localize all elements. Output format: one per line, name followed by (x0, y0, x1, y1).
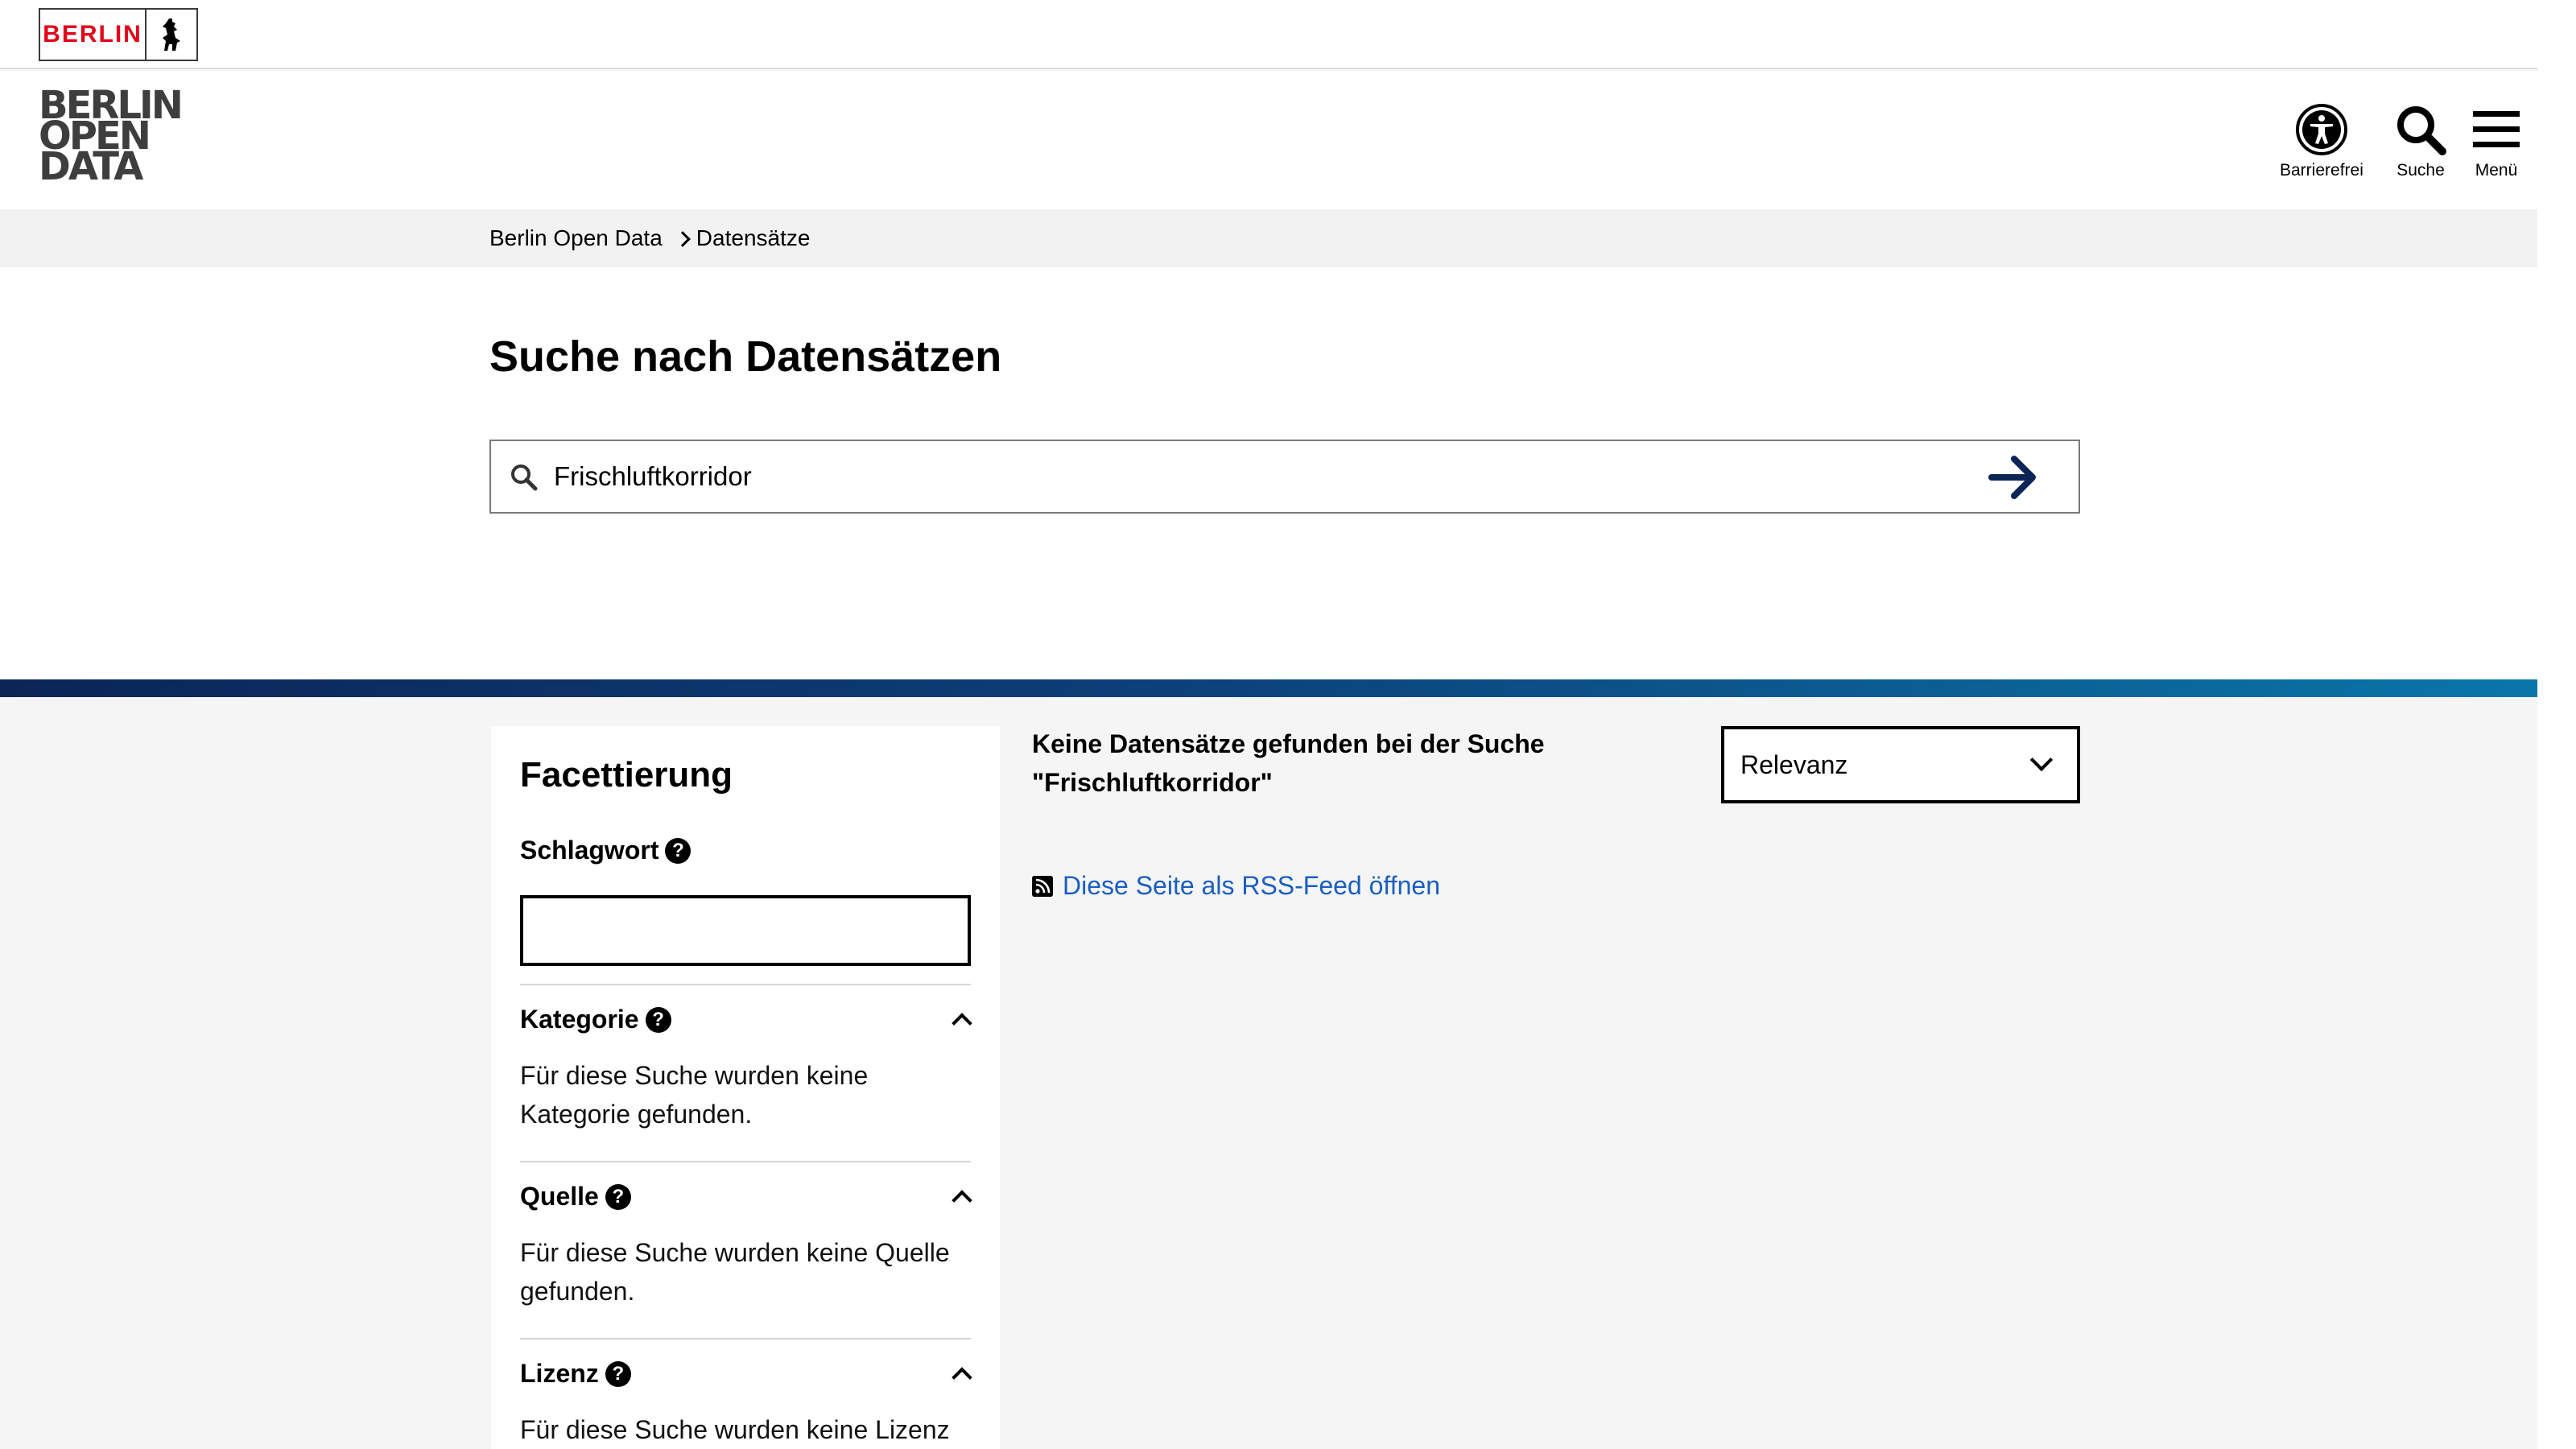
facet-empty-text: Für diese Suche wurden keine Lizenz (520, 1415, 950, 1444)
accessibility-button[interactable]: Barrierefrei (2280, 103, 2363, 180)
no-results-query: "Frischluftkorridor" (1032, 768, 1273, 797)
facet-empty-text: Für diese Suche wurden keine Kategorie g… (520, 1061, 869, 1129)
dataset-search-input[interactable] (554, 452, 1922, 501)
breadcrumb: Berlin Open Data Datensätze (0, 209, 2537, 267)
facet-label-text: Kategorie (520, 1005, 639, 1034)
chevron-down-icon (2029, 748, 2054, 772)
no-results-line: Keine Datensätze gefunden bei der Suche (1032, 729, 1545, 758)
facets-panel: Facettierung Schlagwort ? Kategorie ? Fü… (491, 726, 1000, 1449)
facet-empty-text: Für diese Suche wurden keine Quelle gefu… (520, 1238, 950, 1306)
divider (520, 984, 971, 985)
breadcrumb-home-link[interactable]: Berlin Open Data (489, 225, 663, 251)
berlin-open-data-logo[interactable]: BERLIN OPEN DATA (39, 86, 184, 189)
page: BERLIN BERLIN OPEN DATA Barrierefrei Suc… (0, 0, 2537, 1449)
search-icon (2397, 106, 2446, 155)
help-icon[interactable]: ? (605, 1360, 631, 1387)
help-icon[interactable]: ? (645, 1006, 671, 1033)
no-results-message: Keine Datensätze gefunden bei der Suche … (1032, 724, 1660, 802)
help-icon[interactable]: ? (665, 837, 691, 864)
arrow-right-icon[interactable] (1988, 454, 2038, 501)
facet-label-text: Lizenz (520, 1359, 599, 1388)
rss-feed-link-text[interactable]: Diese Seite als RSS-Feed öffnen (1063, 871, 1440, 901)
chevron-up-icon[interactable] (952, 1013, 972, 1034)
keyword-label-text: Schlagwort (520, 836, 659, 865)
top-bar: BERLIN (0, 0, 2537, 69)
chevron-up-icon[interactable] (952, 1190, 972, 1211)
dataset-search-box (489, 440, 2080, 514)
search-section: Suche nach Datensätzen (0, 267, 2537, 679)
page-title: Suche nach Datensätzen (489, 332, 1002, 381)
rss-icon (1032, 875, 1053, 897)
menu-button[interactable]: Menü (2471, 103, 2521, 180)
breadcrumb-current: Datensätze (696, 225, 811, 250)
keyword-label: Schlagwort ? (520, 836, 691, 865)
search-button[interactable]: Suche (2394, 103, 2447, 180)
chevron-right-icon (674, 231, 691, 247)
facet-header-source[interactable]: Quelle ? (520, 1182, 631, 1212)
sort-select[interactable]: Relevanz (1721, 726, 2080, 803)
facets-title: Facettierung (520, 755, 733, 795)
sort-select-value: Relevanz (1740, 750, 1848, 779)
hamburger-icon (2473, 111, 2520, 147)
accessibility-label: Barrierefrei (2280, 161, 2363, 180)
logo-line: DATA (39, 144, 143, 189)
menu-label: Menü (2475, 161, 2518, 180)
accessibility-icon (2295, 104, 2347, 155)
berlin-logo-text: BERLIN (40, 10, 147, 60)
rss-feed-link[interactable]: Diese Seite als RSS-Feed öffnen (1032, 871, 1440, 901)
divider (520, 1338, 971, 1340)
facet-header-category[interactable]: Kategorie ? (520, 1005, 671, 1034)
search-icon (511, 464, 538, 491)
help-icon[interactable]: ? (605, 1183, 631, 1210)
divider (520, 1161, 971, 1162)
facet-label-text: Quelle (520, 1182, 599, 1211)
keyword-input[interactable] (520, 895, 971, 966)
berlin-bear-icon (147, 10, 196, 60)
site-header: BERLIN OPEN DATA Barrierefrei Suche Menü (0, 71, 2537, 209)
search-label: Suche (2396, 161, 2445, 180)
gradient-divider (0, 679, 2537, 697)
berlin-logo[interactable]: BERLIN (39, 8, 198, 61)
chevron-up-icon[interactable] (952, 1367, 972, 1388)
facet-header-license[interactable]: Lizenz ? (520, 1359, 631, 1389)
